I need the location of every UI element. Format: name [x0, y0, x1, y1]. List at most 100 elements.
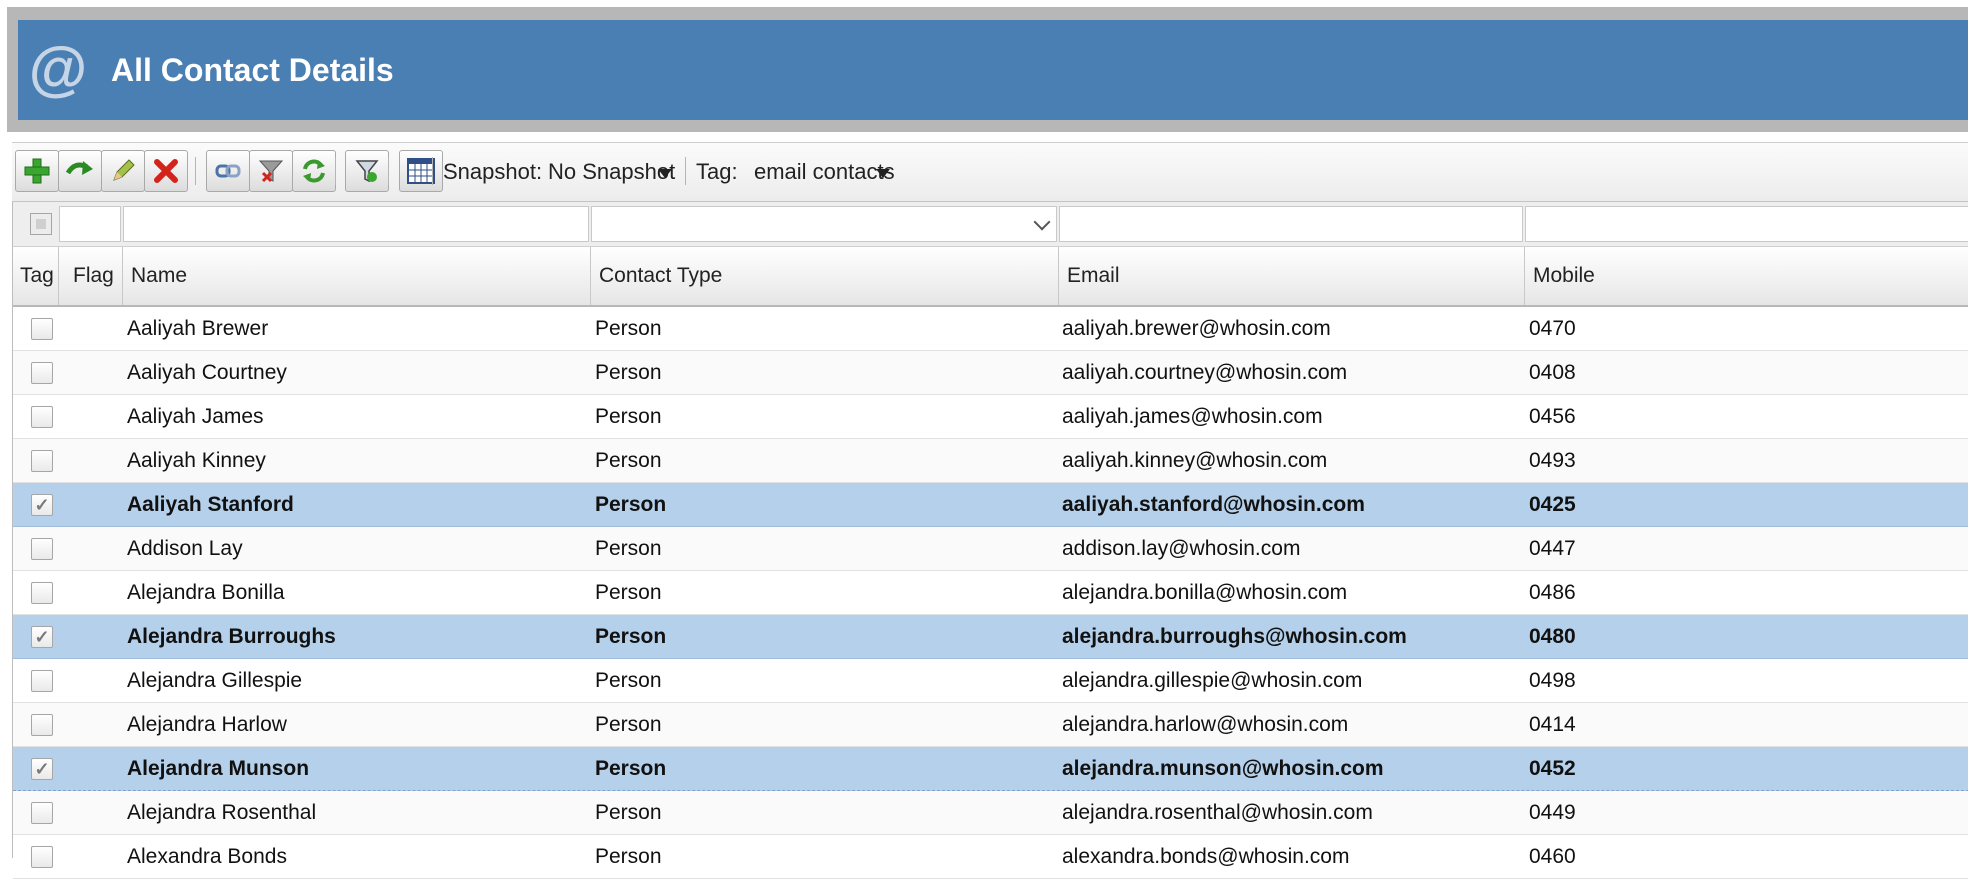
snapshot-dropdown[interactable]: No Snapshot: [548, 159, 675, 185]
column-header-tag[interactable]: Tag: [13, 247, 59, 305]
table-row[interactable]: Aaliyah James Person aaliyah.james@whosin.…: [13, 395, 1968, 439]
forward-button[interactable]: [58, 150, 102, 192]
column-header-row: Tag Flag Name Contact Type Email Mobile: [13, 247, 1968, 307]
cell-mobile: 0456: [1529, 405, 1576, 428]
toolbar: Snapshot: No Snapshot Tag: email contact…: [12, 142, 1968, 203]
row-tag-checkbox[interactable]: [31, 714, 53, 736]
email-filter-input[interactable]: [1059, 206, 1523, 242]
row-tag-checkbox[interactable]: [31, 318, 53, 340]
row-tag-checkbox[interactable]: [31, 846, 53, 868]
table-row[interactable]: Alejandra Harlow Person alejandra.harlow@w…: [13, 703, 1968, 747]
cell-contact-type: Person: [595, 317, 662, 340]
table-row[interactable]: ✓ Alejandra Munson Person alejandra.munson@…: [13, 747, 1968, 791]
cell-mobile: 0493: [1529, 449, 1576, 472]
column-header-flag[interactable]: Flag: [59, 247, 123, 305]
cell-name: Aaliyah James: [127, 405, 264, 428]
cell-contact-type: Person: [595, 581, 662, 604]
cell-email: alejandra.munson@whosin.com: [1062, 757, 1384, 780]
tag-caret-icon[interactable]: [876, 169, 890, 178]
row-tag-checkbox[interactable]: [31, 406, 53, 428]
table-row[interactable]: Alejandra Rosenthal Person alejandra.rosen…: [13, 791, 1968, 835]
tag-label: Tag:: [696, 159, 738, 184]
snapshot-caret-icon[interactable]: [658, 169, 672, 178]
cell-contact-type: Person: [595, 449, 662, 472]
cell-email: aaliyah.james@whosin.com: [1062, 405, 1323, 428]
link-button[interactable]: [206, 150, 250, 192]
table-row[interactable]: Addison Lay Person addison.lay@whosin.com 0…: [13, 527, 1968, 571]
edit-button[interactable]: [101, 150, 145, 192]
table-row[interactable]: Aaliyah Brewer Person aaliyah.brewer@whosi…: [13, 307, 1968, 351]
row-tag-checkbox[interactable]: [31, 802, 53, 824]
cell-mobile: 0408: [1529, 361, 1576, 384]
row-tag-checkbox[interactable]: [31, 670, 53, 692]
cell-name: Aaliyah Kinney: [127, 449, 266, 472]
filter-row: [13, 202, 1968, 247]
export-button[interactable]: [345, 150, 389, 192]
cell-name: Alejandra Rosenthal: [127, 801, 317, 824]
refresh-button[interactable]: [292, 150, 336, 192]
chevron-down-icon: [1033, 213, 1051, 231]
column-header-name[interactable]: Name: [123, 247, 591, 305]
cell-contact-type: Person: [595, 713, 662, 736]
chain-link-icon: [215, 164, 241, 178]
cell-mobile: 0449: [1529, 801, 1576, 824]
mobile-filter-input[interactable]: [1525, 206, 1968, 242]
refresh-icon: [303, 159, 325, 183]
add-button[interactable]: [15, 150, 59, 192]
column-header-mobile[interactable]: Mobile: [1525, 247, 1968, 305]
table-row[interactable]: ✓ Aaliyah Stanford Person aaliyah.stanford@…: [13, 483, 1968, 527]
column-header-contact-type[interactable]: Contact Type: [591, 247, 1059, 305]
toolbar-separator: [432, 157, 433, 185]
select-all-checkbox[interactable]: [30, 213, 52, 235]
cell-name: Alexandra Bonds: [127, 845, 287, 868]
cell-email: alejandra.burroughs@whosin.com: [1062, 625, 1407, 648]
cell-email: aaliyah.courtney@whosin.com: [1062, 361, 1348, 384]
contact-type-filter-select[interactable]: [591, 206, 1057, 242]
filter-remove-icon: [258, 160, 284, 183]
cell-mobile: 0414: [1529, 713, 1576, 736]
cell-contact-type: Person: [595, 405, 662, 428]
row-tag-checkbox[interactable]: [31, 362, 53, 384]
cell-mobile: 0425: [1529, 493, 1576, 516]
export-funnel-icon: [355, 160, 379, 183]
row-tag-checkbox[interactable]: ✓: [31, 494, 53, 516]
table-row[interactable]: Alejandra Bonilla Person alejandra.bonilla…: [13, 571, 1968, 615]
cell-email: alejandra.bonilla@whosin.com: [1062, 581, 1348, 604]
cell-name: Alejandra Harlow: [127, 713, 287, 736]
checkmark-icon: ✓: [34, 759, 50, 779]
cell-name: Alejandra Burroughs: [127, 625, 336, 648]
cell-name: Aaliyah Courtney: [127, 361, 287, 384]
cell-mobile: 0470: [1529, 317, 1576, 340]
cell-email: aaliyah.kinney@whosin.com: [1062, 449, 1328, 472]
cell-email: alejandra.gillespie@whosin.com: [1062, 669, 1363, 692]
table-row[interactable]: Alejandra Gillespie Person alejandra.gille…: [13, 659, 1968, 703]
delete-button[interactable]: [144, 150, 188, 192]
plus-icon: [24, 158, 50, 184]
toolbar-separator: [195, 157, 196, 185]
row-tag-checkbox[interactable]: ✓: [31, 626, 53, 648]
cell-mobile: 0452: [1529, 757, 1576, 780]
cell-name: Alejandra Gillespie: [127, 669, 303, 692]
flag-filter-input[interactable]: [59, 206, 121, 242]
row-tag-checkbox[interactable]: [31, 538, 53, 560]
clear-filter-button[interactable]: [249, 150, 293, 192]
name-filter-input[interactable]: [123, 206, 589, 242]
cell-contact-type: Person: [595, 669, 662, 692]
cell-contact-type: Person: [595, 537, 662, 560]
table-row[interactable]: Aaliyah Courtney Person aaliyah.courtney@w…: [13, 351, 1968, 395]
cell-mobile: 0486: [1529, 581, 1576, 604]
column-header-email[interactable]: Email: [1059, 247, 1525, 305]
table-row[interactable]: Aaliyah Kinney Person aaliyah.kinney@whosi…: [13, 439, 1968, 483]
cell-name: Aaliyah Stanford: [127, 493, 294, 516]
toolbar-separator: [685, 157, 686, 185]
table-row[interactable]: ✓ Alejandra Burroughs Person alejandra.burr…: [13, 615, 1968, 659]
table-row[interactable]: Alexandra Bonds Person alexandra.bonds@who…: [13, 835, 1968, 879]
cell-contact-type: Person: [595, 625, 667, 648]
tag-dropdown[interactable]: email contacts: [754, 159, 895, 185]
calendar-button[interactable]: [399, 150, 443, 192]
row-tag-checkbox[interactable]: [31, 582, 53, 604]
cell-name: Aaliyah Brewer: [127, 317, 269, 340]
row-tag-checkbox[interactable]: ✓: [31, 758, 53, 780]
checkmark-icon: ✓: [34, 495, 50, 515]
row-tag-checkbox[interactable]: [31, 450, 53, 472]
